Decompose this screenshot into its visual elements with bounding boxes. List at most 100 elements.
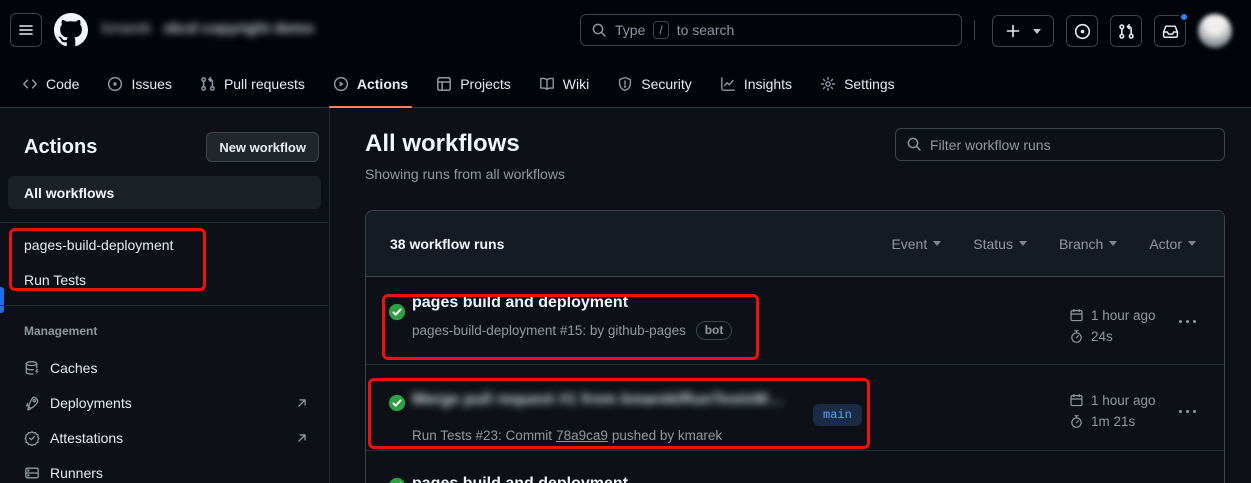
tab-settings[interactable]: Settings	[806, 60, 909, 107]
management-item-label: Caches	[50, 360, 97, 376]
github-actions-page: kmarek xkcd copyright demo Type / to sea…	[0, 0, 1251, 483]
issue-opened-icon	[107, 76, 123, 92]
workflow-label: pages-build-deployment	[24, 237, 173, 253]
tab-label: Insights	[744, 76, 792, 92]
breadcrumb-repo[interactable]: xkcd copyright demo	[163, 20, 314, 37]
sidebar-item-runners[interactable]: Runners	[8, 455, 321, 483]
run-options-kebab-button[interactable]	[1174, 403, 1200, 419]
management-item-label: Deployments	[50, 395, 132, 411]
run-title-link[interactable]: pages build and deployment	[412, 475, 628, 483]
dropdown-label: Event	[891, 236, 927, 252]
run-title-link[interactable]: pages build and deployment	[412, 294, 628, 312]
table-icon	[436, 76, 452, 92]
sidebar-header: Actions New workflow	[24, 132, 319, 162]
run-meta-prefix: Run Tests #23: Commit	[412, 428, 552, 443]
workflow-run-row: Merge pull request #1 from kmarek/RunTes…	[366, 365, 1224, 451]
workflow-runs-main: All workflows Showing runs from all work…	[330, 108, 1251, 483]
breadcrumb-owner[interactable]: kmarek	[102, 20, 151, 37]
external-link-icon	[295, 431, 309, 445]
bot-badge: bot	[696, 321, 733, 340]
search-placeholder-prefix: Type	[615, 22, 645, 38]
new-workflow-button[interactable]: New workflow	[206, 132, 319, 162]
breadcrumb: kmarek xkcd copyright demo	[102, 20, 314, 37]
user-avatar[interactable]	[1198, 14, 1232, 48]
run-time: 1 hour ago	[1069, 308, 1156, 323]
graph-icon	[720, 76, 736, 92]
tab-issues[interactable]: Issues	[93, 60, 185, 107]
gear-icon	[820, 76, 836, 92]
dropdown-label: Status	[973, 236, 1013, 252]
hamburger-menu-button[interactable]	[10, 13, 42, 47]
tab-insights[interactable]: Insights	[706, 60, 806, 107]
tab-code[interactable]: Code	[8, 60, 93, 107]
run-meta-text: pages-build-deployment #15: by github-pa…	[412, 323, 686, 338]
issues-dashboard-button[interactable]	[1066, 15, 1098, 47]
caret-down-icon	[1019, 241, 1027, 246]
issue-opened-icon	[1074, 23, 1091, 40]
tab-security[interactable]: Security	[603, 60, 706, 107]
inbox-button[interactable]	[1154, 15, 1186, 47]
management-section-header: Management	[24, 324, 97, 338]
runs-table-header: 38 workflow runs Event Status Branch Act…	[366, 211, 1224, 277]
event-filter-dropdown[interactable]: Event	[891, 236, 941, 252]
tab-label: Security	[641, 76, 692, 92]
sidebar-item-run-tests[interactable]: Run Tests	[8, 263, 321, 297]
header-divider	[974, 20, 975, 40]
hamburger-icon	[18, 22, 34, 38]
top-bar: kmarek xkcd copyright demo Type / to sea…	[0, 0, 1251, 60]
create-new-button[interactable]	[992, 15, 1054, 47]
header-actions	[992, 14, 1232, 48]
github-logo[interactable]	[54, 13, 88, 47]
sidebar-item-all-workflows[interactable]: All workflows	[8, 176, 321, 209]
repo-nav: Code Issues Pull requests Actions Projec…	[0, 60, 1251, 108]
external-link-icon	[295, 396, 309, 410]
management-item-label: Runners	[50, 465, 103, 481]
run-filter-dropdowns: Event Status Branch Actor	[891, 236, 1196, 252]
notification-dot	[1179, 12, 1189, 22]
tab-label: Actions	[357, 76, 408, 92]
tab-wiki[interactable]: Wiki	[525, 60, 603, 107]
pull-requests-dashboard-button[interactable]	[1110, 15, 1142, 47]
sidebar-item-deployments[interactable]: Deployments	[8, 385, 321, 420]
filter-runs-input[interactable]	[895, 128, 1225, 161]
sidebar-item-attestations[interactable]: Attestations	[8, 420, 321, 455]
tab-pull-requests[interactable]: Pull requests	[186, 60, 319, 107]
stopwatch-icon	[1069, 329, 1084, 344]
branch-badge[interactable]: main	[813, 404, 862, 426]
status-filter-dropdown[interactable]: Status	[973, 236, 1027, 252]
run-meta: Run Tests #23: Commit78a9ca9pushed by km…	[412, 428, 722, 443]
management-item-label: Attestations	[50, 430, 123, 446]
server-icon	[24, 465, 40, 481]
branch-filter-dropdown[interactable]: Branch	[1059, 236, 1117, 252]
run-options-kebab-button[interactable]	[1174, 313, 1200, 329]
actor-filter-dropdown[interactable]: Actor	[1149, 236, 1196, 252]
success-check-icon	[388, 394, 406, 412]
tab-label: Settings	[844, 76, 895, 92]
git-pull-request-icon	[200, 76, 216, 92]
page-subtitle: Showing runs from all workflows	[365, 166, 565, 182]
filter-workflow-runs	[895, 128, 1225, 161]
search-icon	[591, 22, 607, 38]
tab-actions[interactable]: Actions	[319, 60, 422, 107]
search-icon	[906, 136, 922, 152]
global-search[interactable]: Type / to search	[580, 14, 962, 46]
git-pull-request-icon	[1118, 23, 1135, 40]
workflow-runs-table: 38 workflow runs Event Status Branch Act…	[365, 210, 1225, 483]
workflow-run-row: pages build and deployment	[366, 451, 1224, 483]
sidebar-separator	[0, 222, 328, 223]
commit-sha-link[interactable]: 78a9ca9	[556, 428, 608, 443]
inbox-icon	[1162, 23, 1179, 40]
run-title-link[interactable]: Merge pull request #1 from kmarek/RunTes…	[412, 391, 784, 409]
shield-icon	[617, 76, 633, 92]
run-timing: 1 hour ago 24s	[1069, 308, 1156, 344]
sidebar-item-pages-build-deployment[interactable]: pages-build-deployment	[8, 228, 321, 262]
slash-key-hint: /	[653, 21, 668, 39]
caret-down-icon	[1033, 29, 1041, 34]
tab-projects[interactable]: Projects	[422, 60, 525, 107]
sidebar-title: Actions	[24, 136, 97, 159]
run-timing: 1 hour ago 1m 21s	[1069, 393, 1156, 429]
verified-icon	[24, 430, 40, 446]
sidebar-item-caches[interactable]: Caches	[8, 350, 321, 385]
workflow-run-row: pages build and deployment pages-build-d…	[366, 277, 1224, 365]
tab-label: Code	[46, 76, 79, 92]
